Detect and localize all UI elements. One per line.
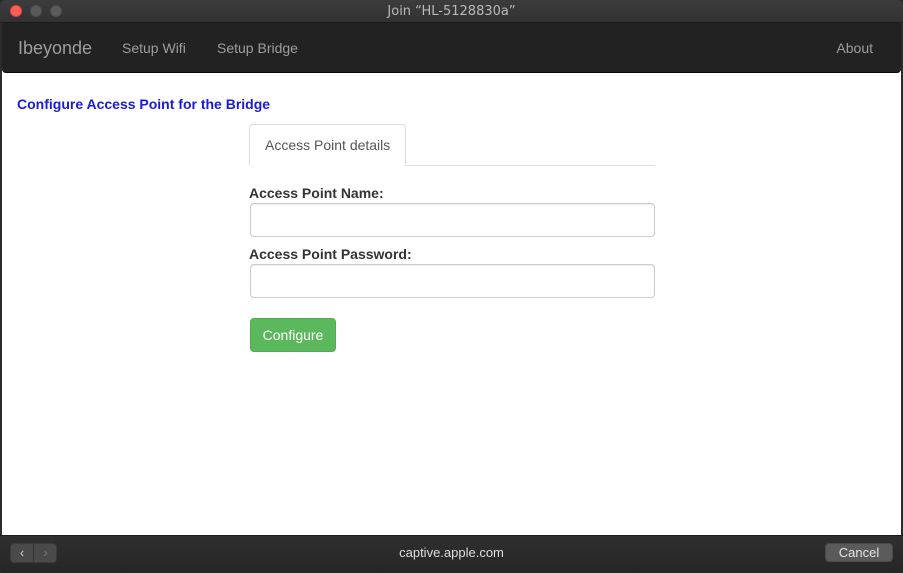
window-title: Join “HL-5128830a” xyxy=(387,4,516,19)
configure-button[interactable]: Configure xyxy=(250,318,336,352)
nav-link-setup-wifi[interactable]: Setup Wifi xyxy=(122,40,186,56)
access-point-password-input[interactable] xyxy=(250,264,655,298)
tab-access-point-details[interactable]: Access Point details xyxy=(249,124,407,166)
navbar: Ibeyonde Setup Wifi Setup Bridge About xyxy=(2,23,901,73)
page-title: Configure Access Point for the Bridge xyxy=(17,96,271,112)
access-point-name-input[interactable] xyxy=(250,203,655,237)
cancel-button[interactable]: Cancel xyxy=(825,543,893,562)
tab-bar: Access Point details xyxy=(249,124,655,166)
web-content: Ibeyonde Setup Wifi Setup Bridge About C… xyxy=(2,23,901,535)
nav-link-setup-bridge[interactable]: Setup Bridge xyxy=(217,40,298,56)
access-point-name-label: Access Point Name: xyxy=(249,185,384,201)
access-point-password-label: Access Point Password: xyxy=(249,246,412,262)
url-label: captive.apple.com xyxy=(399,545,504,560)
captive-portal-window: Join “HL-5128830a” Ibeyonde Setup Wifi S… xyxy=(0,0,903,573)
title-bar: Join “HL-5128830a” xyxy=(0,0,903,23)
bottom-toolbar: ‹ › captive.apple.com Cancel xyxy=(0,535,903,573)
nav-link-about[interactable]: About xyxy=(836,40,873,56)
navbar-brand[interactable]: Ibeyonde xyxy=(18,38,92,59)
